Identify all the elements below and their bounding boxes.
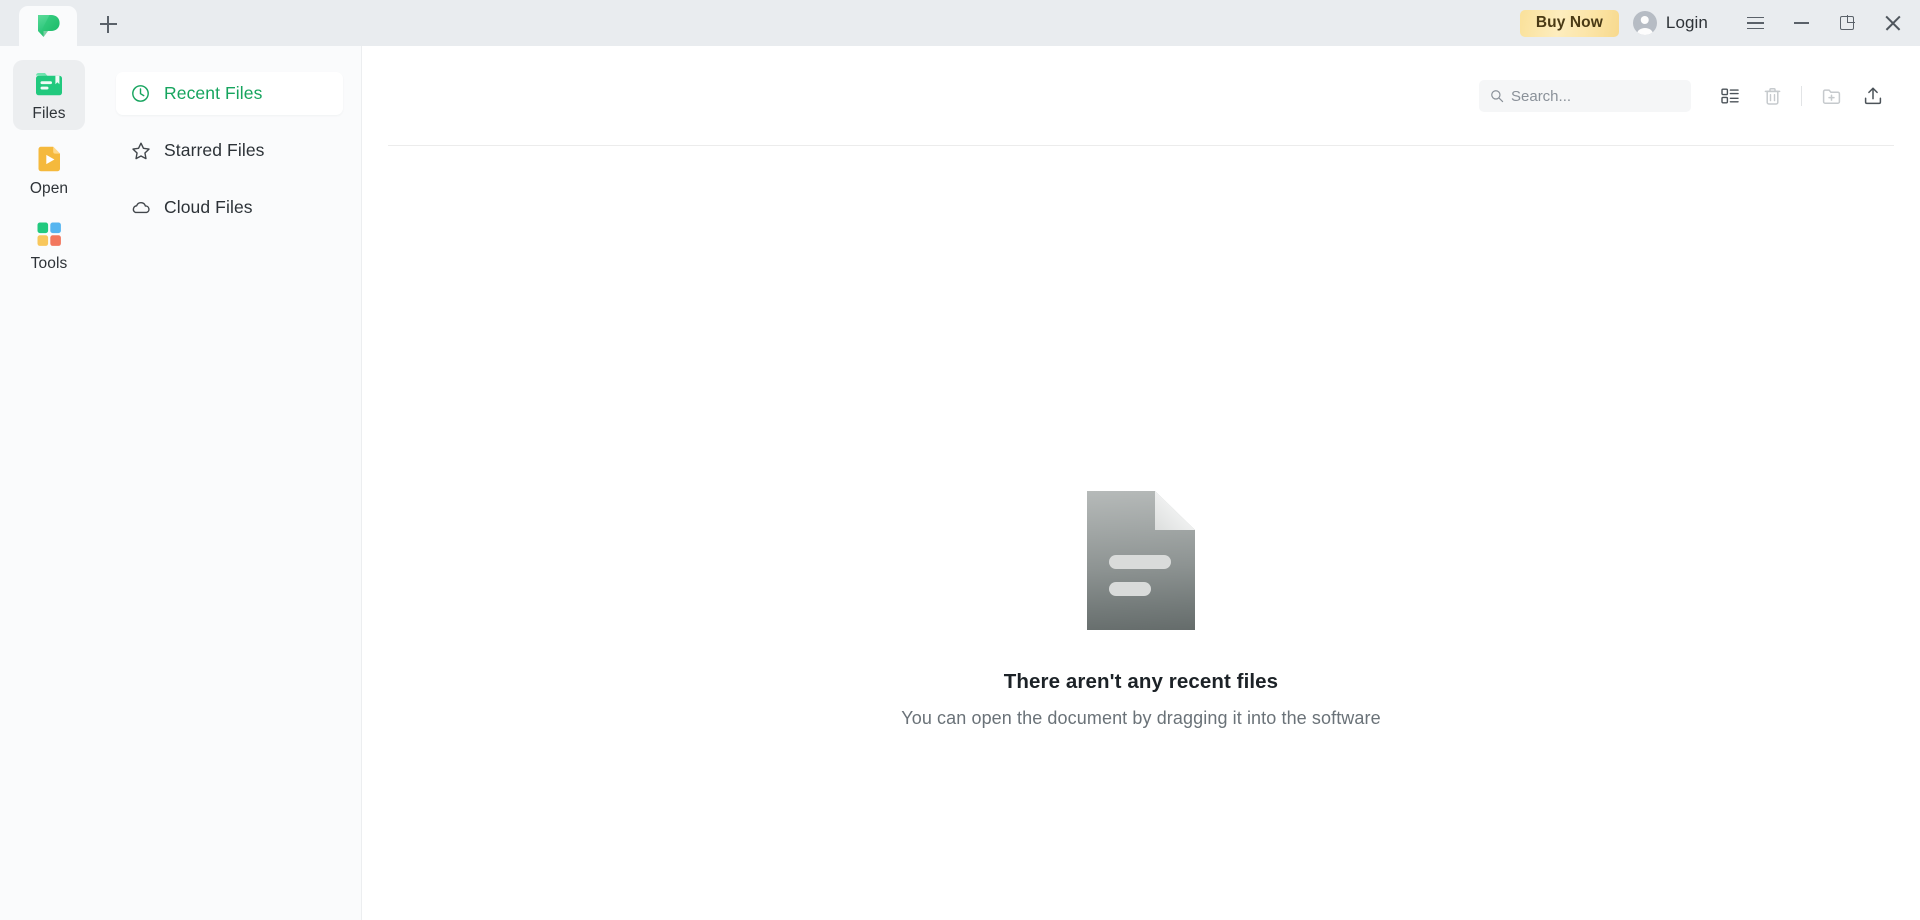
cloud-icon — [130, 197, 151, 218]
title-bar: Buy Now Login — [0, 0, 1920, 46]
user-avatar-icon — [1632, 11, 1657, 35]
rail-label-tools: Tools — [30, 254, 68, 272]
trash-icon — [1764, 87, 1780, 105]
nav-label-starred-files: Starred Files — [164, 140, 265, 160]
empty-state-title: There aren't any recent files — [1003, 670, 1279, 693]
new-folder-button[interactable] — [1810, 75, 1852, 117]
search-input[interactable] — [1511, 87, 1680, 105]
body: Files Open Tools Recent Files Starred Fi… — [0, 46, 1920, 920]
clock-icon — [130, 83, 151, 104]
nav-item-recent-files[interactable]: Recent Files — [116, 72, 343, 115]
upload-button[interactable] — [1852, 75, 1894, 117]
app-logo-icon — [38, 15, 60, 37]
upload-icon — [1864, 87, 1882, 105]
main-menu-button[interactable] — [1732, 0, 1778, 46]
open-icon — [38, 146, 60, 171]
tools-icon — [37, 222, 61, 246]
rail-item-open[interactable]: Open — [13, 135, 85, 205]
nav-label-cloud-files: Cloud Files — [164, 197, 253, 217]
restore-button[interactable] — [1824, 0, 1870, 46]
app-tab[interactable] — [19, 6, 77, 46]
app-window: Buy Now Login Files Open Tools Recent Fi… — [0, 0, 1920, 920]
login-label: Login — [1665, 13, 1708, 32]
close-button[interactable] — [1870, 0, 1916, 46]
close-icon — [1885, 15, 1901, 31]
buy-now-button[interactable]: Buy Now — [1519, 9, 1619, 37]
document-line-1 — [1109, 555, 1171, 569]
nav-panel: Recent Files Starred Files Cloud Files — [98, 46, 362, 920]
plus-icon — [99, 15, 117, 33]
nav-item-starred-files[interactable]: Starred Files — [116, 129, 343, 172]
files-icon — [36, 72, 62, 95]
new-folder-icon — [1822, 88, 1840, 104]
restore-icon — [1840, 15, 1855, 30]
left-rail: Files Open Tools — [0, 46, 98, 920]
window-controls: Buy Now Login — [1519, 0, 1920, 46]
search-box[interactable] — [1479, 80, 1691, 112]
list-view-icon — [1721, 88, 1739, 104]
tab-strip — [0, 0, 131, 46]
nav-item-cloud-files[interactable]: Cloud Files — [116, 186, 343, 229]
rail-item-files[interactable]: Files — [13, 60, 85, 130]
search-icon — [1491, 90, 1504, 103]
content-toolbar — [362, 46, 1920, 146]
minimize-icon — [1793, 22, 1809, 24]
document-line-2 — [1109, 582, 1151, 596]
minimize-button[interactable] — [1778, 0, 1824, 46]
login-button[interactable]: Login — [1632, 11, 1708, 35]
empty-state-subtitle: You can open the document by dragging it… — [901, 708, 1381, 728]
toolbar-actions — [1709, 75, 1894, 117]
hamburger-menu-icon — [1746, 16, 1764, 30]
nav-label-recent-files: Recent Files — [164, 83, 263, 103]
document-icon — [1087, 491, 1195, 630]
empty-state: There aren't any recent files You can op… — [362, 146, 1920, 920]
trash-button[interactable] — [1751, 75, 1793, 117]
view-toggle-button[interactable] — [1709, 75, 1751, 117]
rail-item-tools[interactable]: Tools — [13, 210, 85, 280]
document-fold — [1155, 491, 1195, 530]
buy-now-label: Buy Now — [1535, 14, 1603, 31]
star-icon — [130, 140, 151, 161]
toolbar-separator — [1801, 86, 1802, 106]
new-tab-button[interactable] — [85, 4, 131, 44]
main-content: There aren't any recent files You can op… — [362, 46, 1920, 920]
rail-label-files: Files — [32, 104, 66, 122]
rail-label-open: Open — [29, 179, 69, 197]
